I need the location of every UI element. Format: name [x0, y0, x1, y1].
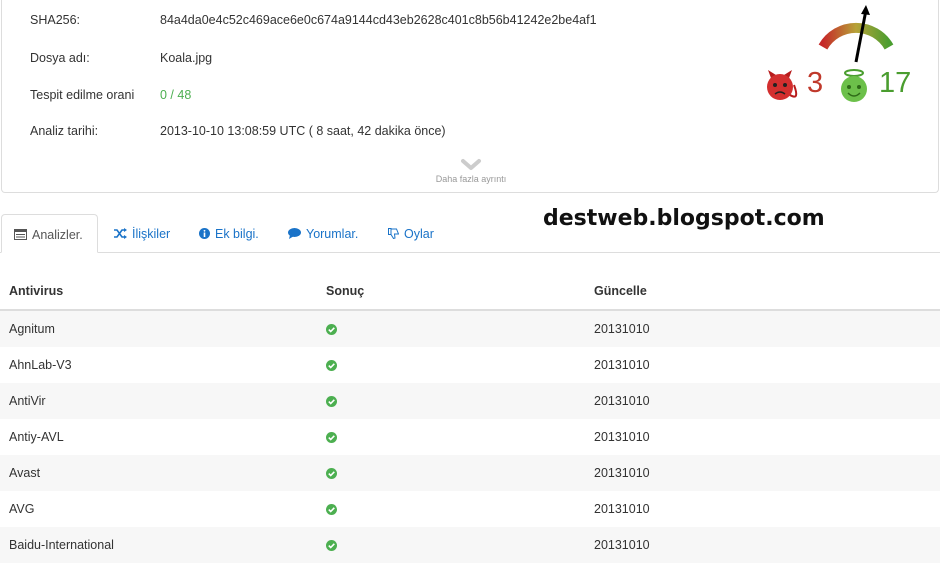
col-update: Güncelle [585, 273, 940, 311]
table-row: AntiVir 20131010 [0, 383, 940, 419]
tab-comments-label: Yorumlar. [306, 227, 359, 241]
antivirus-results-table: Antivirus Sonuç Güncelle Agnitum 20131010… [0, 273, 940, 563]
check-icon [326, 504, 337, 516]
detection-label: Tespit edilme orani [30, 88, 135, 102]
harmless-vote-count: 17 [879, 67, 912, 99]
sha256-label: SHA256: [30, 13, 81, 27]
check-icon [326, 468, 337, 480]
antivirus-name: Avast [0, 455, 317, 491]
update-date: 20131010 [585, 527, 940, 563]
result-cell [317, 491, 585, 527]
tab-analyses-label: Analizler. [32, 228, 83, 242]
col-result: Sonuç [317, 273, 585, 311]
angel-face-icon [841, 69, 867, 102]
gauge-needle [854, 9, 868, 63]
table-row: AVG 20131010 [0, 491, 940, 527]
comment-icon [288, 215, 301, 255]
more-details-label: Daha fazla ayrıntı [435, 174, 507, 184]
table-row: AhnLab-V3 20131010 [0, 347, 940, 383]
tab-relations-label: İlişkiler [132, 227, 171, 241]
more-details-toggle[interactable]: Daha fazla ayrıntı [2, 158, 940, 184]
tab-votes[interactable]: Oylar [388, 214, 434, 252]
result-cell [317, 310, 585, 347]
check-icon [326, 540, 337, 552]
result-cell [317, 383, 585, 419]
community-score-gauge [767, 5, 894, 102]
col-antivirus: Antivirus [0, 273, 317, 311]
malicious-vote-count: 3 [807, 67, 824, 99]
devil-face-icon [767, 70, 798, 100]
antivirus-name: Antiy-AVL [9, 430, 64, 444]
antivirus-name: AhnLab-V3 [9, 358, 72, 372]
watermark-text: destweb.blogspot.com [543, 206, 825, 231]
analysis-date-value: 2013-10-10 13:08:59 UTC ( 8 saat, 42 dak… [160, 124, 446, 138]
antivirus-name: AVG [9, 502, 35, 516]
update-date: 20131010 [585, 455, 940, 491]
thumbs-down-icon [388, 215, 400, 255]
analysis-date-label: Analiz tarihi: [30, 124, 99, 138]
antivirus-name: AntiVir [0, 383, 317, 419]
table-row: Avast 20131010 [0, 455, 940, 491]
check-icon [326, 432, 337, 444]
tab-relations[interactable]: İlişkiler [114, 214, 170, 252]
table-row: Agnitum 20131010 [0, 310, 940, 347]
update-date: 20131010 [594, 358, 650, 372]
antivirus-name: Baidu-International [0, 527, 317, 563]
tab-votes-label: Oylar [404, 227, 434, 241]
update-date: 20131010 [585, 383, 940, 419]
list-icon [14, 216, 27, 256]
detection-ratio: 0 / 48 [160, 88, 192, 102]
result-cell [317, 347, 585, 383]
sha256-value: 84a4da0e4c52c469ace6e0c674a9144cd43eb262… [160, 13, 597, 27]
chevron-down-icon [461, 159, 481, 170]
filename-value: Koala.jpg [160, 51, 213, 65]
tab-additional-info-label: Ek bilgi. [215, 227, 259, 241]
table-row: Antiy-AVL 20131010 [0, 419, 940, 455]
table-header-row: Antivirus Sonuç Güncelle [0, 273, 940, 311]
filename-label: Dosya adı: [30, 51, 90, 65]
update-date: 20131010 [594, 430, 650, 444]
tab-analyses[interactable]: Analizler. [1, 214, 98, 253]
update-date: 20131010 [594, 502, 650, 516]
check-icon [326, 360, 337, 372]
shuffle-icon [114, 215, 127, 255]
result-cell [317, 455, 585, 491]
tab-comments[interactable]: Yorumlar. [288, 214, 358, 252]
tab-additional-info[interactable]: Ek bilgi. [199, 214, 259, 252]
result-cell [317, 527, 585, 563]
check-icon [326, 396, 337, 408]
update-date: 20131010 [585, 310, 940, 347]
check-icon [326, 324, 337, 336]
result-cell [317, 419, 585, 455]
info-icon [199, 215, 210, 255]
table-row: Baidu-International 20131010 [0, 527, 940, 563]
antivirus-name: Agnitum [0, 310, 317, 347]
